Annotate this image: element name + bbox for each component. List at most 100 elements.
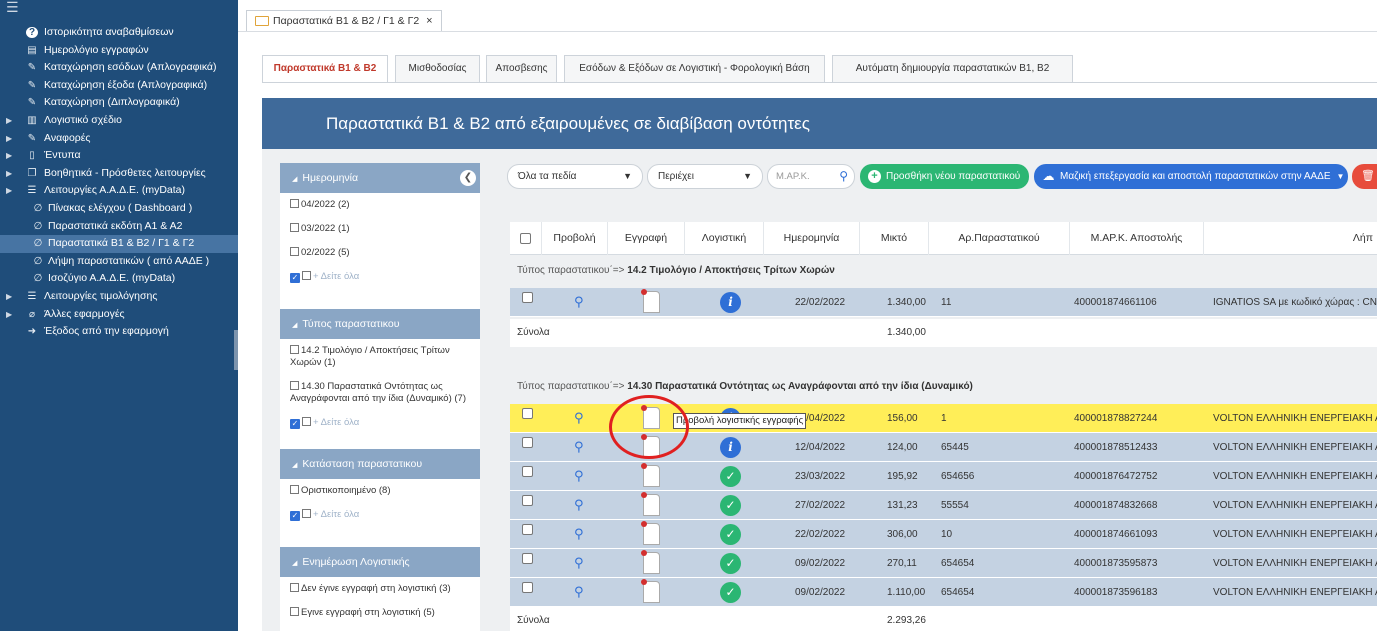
row-checkbox[interactable] [522,292,533,303]
row-checkbox[interactable] [522,437,533,448]
sidebar-item[interactable]: ➜ Έξοδος από την εφαρμογή [0,323,238,341]
table-row[interactable]: ⚲ ✓ 23/03/2022 195,92 654656 400001876472752 V… [510,462,1377,491]
document-icon[interactable] [641,579,660,603]
filter-group-doctype[interactable]: ◢ Τύπος παραστατικου [280,309,480,339]
collapse-filters-button[interactable]: ❮ [460,170,476,186]
document-tab[interactable]: Παραστατικά Β1 & Β2 / Γ1 & Γ2 × [246,10,442,32]
row-checkbox[interactable] [522,553,533,564]
col-gross[interactable]: Μικτό [860,222,929,255]
col-view[interactable]: Προβολή [542,222,608,255]
info-circle-icon[interactable]: i [720,292,741,313]
checkbox[interactable] [302,271,311,280]
table-row[interactable]: ⚲ ✓ 09/02/2022 1.110,00 654654 40000187359618… [510,578,1377,607]
sidebar-item[interactable]: ▶ ▥ Λογιστικό σχέδιο [0,112,238,130]
close-tab-icon[interactable]: × [426,15,432,27]
info-circle-icon[interactable]: i [720,437,741,458]
document-icon[interactable] [641,289,660,313]
subtab-depreciation[interactable]: Αποσβεσης [486,55,557,82]
filter-option[interactable]: 14.30 Παραστατικά Οντότητας ως Αναγράφον… [280,375,480,411]
view-icon[interactable]: ⚲ [574,497,584,513]
col-entry[interactable]: Εγγραφή [608,222,685,255]
sidebar-item[interactable]: ▶ ❐ Βοηθητικά - Πρόσθετες λειτουργίες [0,165,238,183]
filter-option[interactable]: 02/2022 (5) [280,241,480,265]
see-all-link[interactable]: ✓ + Δείτε όλα [280,411,480,435]
document-icon[interactable] [641,550,660,574]
sidebar-item[interactable]: ▶ ▯ Έντυπα [0,147,238,165]
checked-checkbox[interactable]: ✓ [290,419,300,429]
menu-icon[interactable]: ☰ [6,0,19,14]
col-marc[interactable]: Μ.ΑΡ.Κ. Αποστολής [1070,222,1204,255]
sidebar-item[interactable]: ▶ ⌀ Άλλες εφαρμογές [0,306,238,324]
see-all-link[interactable]: ✓ + Δείτε όλα [280,265,480,289]
checked-checkbox[interactable]: ✓ [290,511,300,521]
filter-group-status[interactable]: ◢ Κατάσταση παραστατικου [280,449,480,479]
filter-group-accounting[interactable]: ◢ Ενημέρωση Λογιστικής [280,547,480,577]
view-icon[interactable]: ⚲ [574,584,584,600]
col-accounting[interactable]: Λογιστική [685,222,764,255]
filter-option[interactable]: Οριστικοποιημένο (8) [280,479,480,503]
expand-arrow-icon[interactable]: ▶ [6,288,12,306]
row-checkbox[interactable] [522,408,533,419]
checkbox[interactable] [290,223,299,232]
filter-option[interactable]: Εγινε εγγραφή στη λογιστική (5) [280,601,480,625]
checkbox[interactable] [290,607,299,616]
subtab-auto-create[interactable]: Αυτόματη δημιουργία παραστατικών Β1, Β2 [832,55,1073,82]
col-date[interactable]: Ημερομηνία [764,222,860,255]
check-circle-icon[interactable]: ✓ [720,582,741,603]
row-checkbox[interactable] [522,582,533,593]
filter-group-date[interactable]: ◢ Ημερομηνία ❮ [280,163,480,193]
checkbox[interactable] [290,381,299,390]
table-row[interactable]: ⚲ ✓ 09/02/2022 270,11 654654 400001873595873 V… [510,549,1377,578]
check-circle-icon[interactable]: ✓ [720,466,741,487]
checkbox[interactable] [290,583,299,592]
subtab-payroll[interactable]: Μισθοδοσίας [395,55,480,82]
checkbox[interactable] [302,509,311,518]
view-icon[interactable]: ⚲ [574,294,584,310]
view-icon[interactable]: ⚲ [574,439,584,455]
checked-checkbox[interactable]: ✓ [290,273,300,283]
marc-search-input[interactable]: Μ.ΑΡ.Κ. ⚲ [767,164,855,189]
sidebar-item[interactable]: ▶ ✎ Αναφορές [0,130,238,148]
sidebar-scrollbar[interactable] [234,330,238,370]
document-icon[interactable] [641,492,660,516]
view-icon[interactable]: ⚲ [574,555,584,571]
expand-arrow-icon[interactable]: ▶ [6,165,12,183]
document-icon[interactable] [641,521,660,545]
table-row[interactable]: ⚲ i 22/02/2022 1.340,00 11 400001874661106 IGN… [510,288,1377,317]
sidebar-item[interactable]: ∅ Παραστατικά Β1 & Β2 / Γ1 & Γ2 [0,235,238,253]
subtab-income-expenses[interactable]: Εσόδων & Εξόδων σε Λογιστική - Φορολογικ… [564,55,825,82]
filter-option[interactable]: 03/2022 (1) [280,217,480,241]
col-recipient[interactable]: Λήπ [1204,222,1377,255]
check-circle-icon[interactable]: ✓ [720,495,741,516]
table-row[interactable]: ⚲ ✓ 27/02/2022 131,23 55554 400001874832668 VO… [510,491,1377,520]
filter-option[interactable]: Δεν έγινε εγγραφή στη λογιστική (3) [280,577,480,601]
check-circle-icon[interactable]: ✓ [720,553,741,574]
sidebar-item[interactable]: ∅ Ισοζύγιο Α.Α.Δ.Ε. (myData) [0,270,238,288]
subtab-b1-b2[interactable]: Παραστατικά Β1 & Β2 [262,55,388,82]
view-icon[interactable]: ⚲ [574,526,584,542]
sidebar-item[interactable]: ? Ιστορικότητα αναβαθμίσεων [0,24,238,42]
sidebar-item[interactable]: ∅ Παραστατικά εκδότη Α1 & Α2 [0,218,238,236]
checkbox[interactable] [290,199,299,208]
sidebar-item[interactable]: ✎ Καταχώρηση έξοδα (Απλογραφικά) [0,77,238,95]
row-checkbox[interactable] [522,466,533,477]
select-all-checkbox[interactable] [520,233,531,244]
sidebar-item[interactable]: ▶ ☰ Λειτουργίες τιμολόγησης [0,288,238,306]
delete-button[interactable]: 🗑 [1352,164,1377,189]
sidebar-item[interactable]: ∅ Λήψη παραστατικών ( από ΑΑΔΕ ) [0,253,238,271]
view-icon[interactable]: ⚲ [574,468,584,484]
bulk-send-button[interactable]: ☁ Μαζική επεξεργασία και αποστολή παραστα… [1034,164,1348,189]
sidebar-item[interactable]: ∅ Πίνακας ελέγχου ( Dashboard ) [0,200,238,218]
search-icon[interactable]: ⚲ [839,165,848,188]
checkbox[interactable] [290,485,299,494]
filter-option[interactable]: 14.2 Τιμολόγιο / Αποκτήσεις Τρίτων Χωρών… [280,339,480,375]
col-doc-number[interactable]: Αρ.Παραστατικού [929,222,1070,255]
sidebar-item[interactable]: ▤ Ημερολόγιο εγγραφών [0,42,238,60]
see-all-link[interactable]: ✓ + Δείτε όλα [280,503,480,527]
table-row[interactable]: ⚲ ✓ 22/02/2022 306,00 10 400001874661093 VOLTO… [510,520,1377,549]
expand-arrow-icon[interactable]: ▶ [6,182,12,200]
expand-arrow-icon[interactable]: ▶ [6,147,12,165]
expand-arrow-icon[interactable]: ▶ [6,130,12,148]
sidebar-item[interactable]: ✎ Καταχώρηση εσόδων (Απλογραφικά) [0,59,238,77]
field-select[interactable]: Όλα τα πεδία ▼ [507,164,643,189]
